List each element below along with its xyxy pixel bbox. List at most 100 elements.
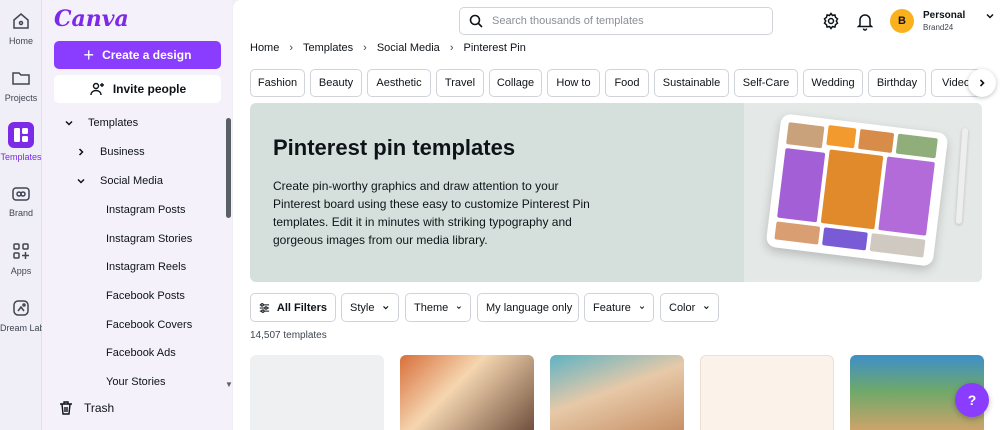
collage-tile: [878, 156, 935, 236]
tree-label: Instagram Reels: [106, 261, 187, 273]
tree-label: Facebook Ads: [106, 347, 176, 359]
rail-label-home: Home: [8, 36, 33, 46]
tree-item-instagram-reels[interactable]: Instagram Reels: [106, 261, 186, 273]
all-filters-button[interactable]: All Filters: [250, 293, 336, 322]
invite-people-label: Invite people: [112, 82, 187, 96]
template-card[interactable]: [550, 355, 684, 430]
breadcrumb: Home › Templates › Social Media › Pinter…: [250, 42, 526, 54]
rail-dream-lab[interactable]: Dream Lab: [0, 297, 45, 333]
chip-aesthetic[interactable]: Aesthetic: [367, 69, 431, 97]
scroll-down-icon[interactable]: ▼: [225, 380, 233, 389]
tree-item-your-stories[interactable]: Your Stories: [106, 376, 166, 388]
canva-logo[interactable]: Canva: [54, 6, 129, 32]
filter-label: My language only: [486, 301, 573, 314]
settings-button[interactable]: [821, 11, 841, 31]
notifications-button[interactable]: [855, 11, 875, 31]
page-title: Pinterest pin templates: [273, 135, 516, 160]
collage-tile: [858, 128, 895, 153]
sliders-icon: [259, 302, 270, 313]
invite-people-button[interactable]: Invite people: [54, 75, 221, 103]
collage-tile: [895, 133, 938, 159]
filter-color[interactable]: Color: [660, 293, 719, 322]
collage-tile: [869, 233, 926, 258]
chips-next-button[interactable]: [968, 69, 996, 97]
rail-label-templates: Templates: [0, 152, 42, 162]
collage-tile: [820, 149, 884, 230]
help-button[interactable]: ?: [955, 383, 989, 417]
search-bar[interactable]: [459, 7, 773, 35]
account-name[interactable]: Personal: [923, 10, 965, 21]
filter-label: Feature: [593, 301, 631, 314]
chip-birthday[interactable]: Birthday: [868, 69, 926, 97]
tree-item-facebook-covers[interactable]: Facebook Covers: [106, 319, 192, 331]
search-input[interactable]: [492, 15, 762, 27]
chevron-down-icon: [77, 178, 85, 184]
breadcrumb-social-media[interactable]: Social Media: [377, 42, 440, 54]
chevron-down-icon: [639, 306, 645, 310]
tree-label: Social Media: [100, 175, 163, 187]
chevron-right-icon: ›: [449, 42, 454, 54]
filter-feature[interactable]: Feature: [584, 293, 654, 322]
trash-label: Trash: [84, 401, 115, 415]
filter-style[interactable]: Style: [341, 293, 399, 322]
templates-icon: [8, 122, 34, 148]
chip-collage[interactable]: Collage: [489, 69, 542, 97]
breadcrumb-templates[interactable]: Templates: [303, 42, 353, 54]
filter-theme[interactable]: Theme: [405, 293, 471, 322]
plus-icon: +: [83, 45, 95, 65]
filter-my-language[interactable]: My language only: [477, 293, 579, 322]
chip-fashion[interactable]: Fashion: [250, 69, 305, 97]
chip-travel[interactable]: Travel: [436, 69, 484, 97]
collage-tile: [826, 125, 857, 149]
panel-scrollbar[interactable]: [226, 118, 231, 218]
dream-lab-icon: [10, 297, 32, 319]
home-icon: [10, 10, 32, 32]
tree-item-instagram-stories[interactable]: Instagram Stories: [106, 233, 192, 245]
tree-item-facebook-ads[interactable]: Facebook Ads: [106, 347, 176, 359]
chevron-right-icon: ›: [289, 42, 294, 54]
avatar[interactable]: B: [890, 9, 914, 33]
tree-item-social-media[interactable]: Social Media: [76, 175, 163, 187]
rail-projects[interactable]: Projects: [0, 67, 42, 103]
category-chips: Fashion Beauty Aesthetic Travel Collage …: [250, 69, 994, 97]
trash-item[interactable]: Trash: [58, 400, 114, 416]
tree-label: Instagram Stories: [106, 233, 193, 245]
filter-label: All Filters: [276, 301, 327, 314]
rail-label-dream-lab: Dream Lab: [0, 323, 45, 333]
tree-item-instagram-posts[interactable]: Instagram Posts: [106, 204, 185, 216]
tree-label: Business: [100, 146, 145, 158]
folder-icon: [10, 67, 32, 89]
template-card[interactable]: [250, 355, 384, 430]
breadcrumb-current: Pinterest Pin: [463, 42, 526, 54]
side-panel: Canva + Create a design Invite people Te…: [42, 0, 232, 430]
tree-item-business[interactable]: Business: [76, 146, 145, 158]
rail-templates[interactable]: Templates: [0, 122, 42, 162]
chevron-right-icon: [78, 148, 84, 156]
chip-self-care[interactable]: Self-Care: [734, 69, 798, 97]
brand-icon: [10, 182, 32, 204]
chip-wedding[interactable]: Wedding: [803, 69, 863, 97]
breadcrumb-home[interactable]: Home: [250, 42, 279, 54]
hero-description: Create pin-worthy graphics and draw atte…: [273, 179, 590, 247]
template-card[interactable]: [400, 355, 534, 430]
chip-sustainable[interactable]: Sustainable: [654, 69, 729, 97]
rail-home[interactable]: Home: [0, 10, 42, 46]
hero-banner: Pinterest pin templates Create pin-worth…: [250, 103, 982, 282]
chevron-down-icon: [457, 306, 462, 310]
rail-apps[interactable]: Apps: [0, 240, 42, 276]
create-design-button[interactable]: + Create a design: [54, 41, 221, 69]
filter-label: Style: [350, 301, 375, 314]
template-card[interactable]: [700, 355, 834, 430]
chip-food[interactable]: Food: [605, 69, 649, 97]
chip-how-to[interactable]: How to: [547, 69, 600, 97]
rail-brand[interactable]: Brand: [0, 182, 42, 218]
rail-label-projects: Projects: [4, 93, 38, 103]
tree-item-facebook-posts[interactable]: Facebook Posts: [106, 290, 185, 302]
chevron-down-icon[interactable]: [985, 11, 995, 21]
tree-item-templates[interactable]: Templates: [64, 117, 138, 129]
chip-beauty[interactable]: Beauty: [310, 69, 362, 97]
account-subtitle: Brand24: [923, 23, 954, 32]
add-user-icon: [90, 82, 104, 96]
collage-tile: [774, 221, 821, 245]
chevron-down-icon: [704, 306, 710, 310]
